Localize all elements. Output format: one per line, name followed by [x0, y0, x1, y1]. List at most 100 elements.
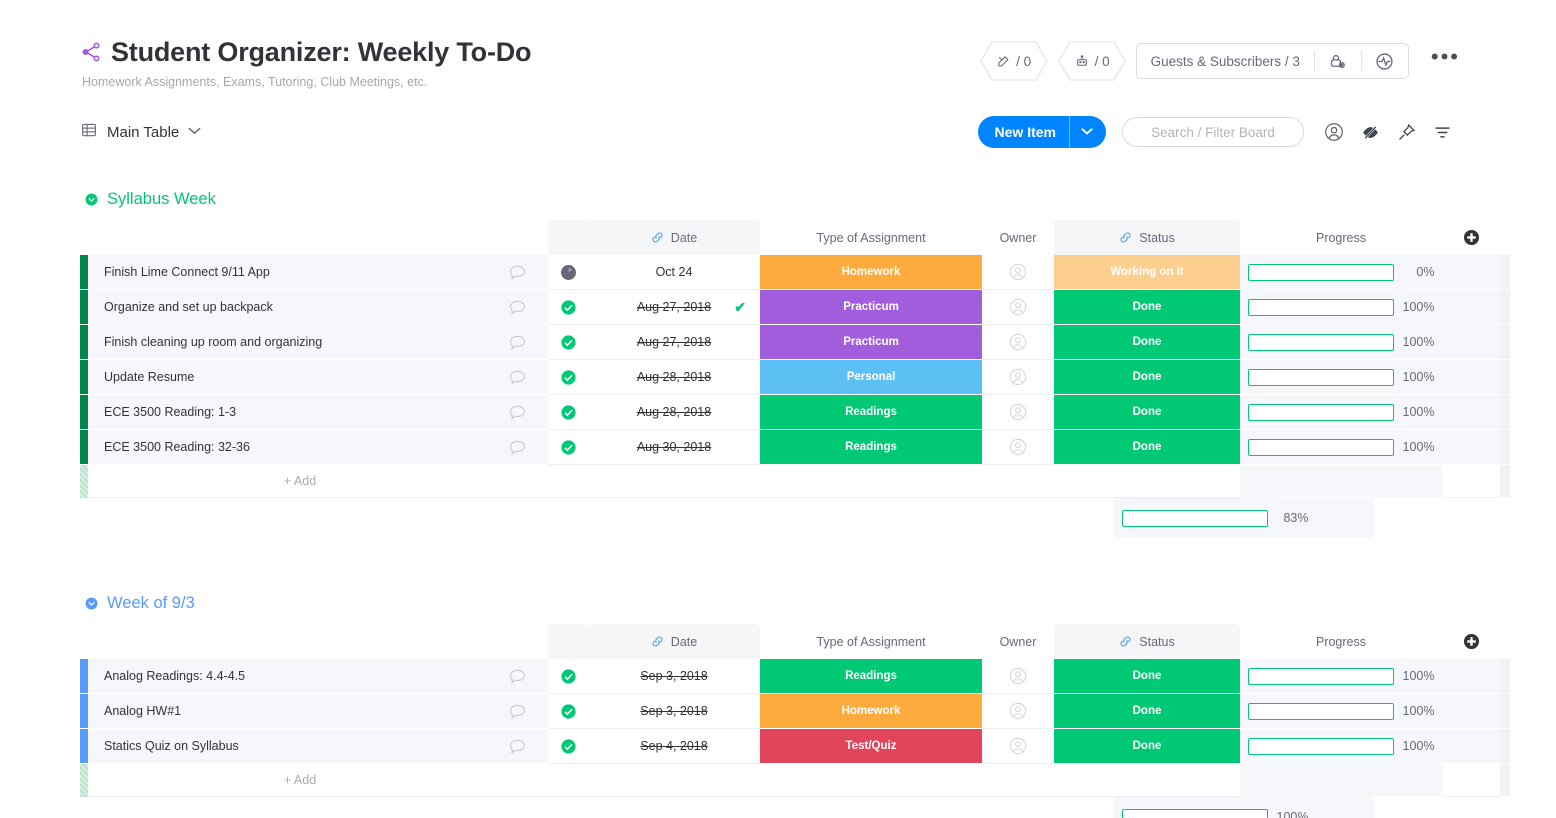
item-progress-cell[interactable]: 100%: [1240, 290, 1442, 325]
activity-log-badge[interactable]: / 0: [979, 41, 1048, 81]
column-header-progress[interactable]: Progress: [1240, 220, 1442, 255]
table-row[interactable]: Update Resume Aug 28, 2018 Personal Done…: [80, 360, 1556, 395]
item-type-cell[interactable]: Readings: [760, 430, 982, 465]
item-comment-cell[interactable]: [486, 290, 548, 325]
item-name-cell[interactable]: Statics Quiz on Syllabus: [88, 729, 486, 764]
item-progress-cell[interactable]: 100%: [1240, 395, 1442, 430]
avatar-placeholder-icon[interactable]: [1008, 297, 1028, 317]
avatar-placeholder-icon[interactable]: [1008, 701, 1028, 721]
add-item-row[interactable]: + Add: [80, 465, 1556, 498]
new-item-button[interactable]: New Item: [977, 116, 1106, 148]
item-name-cell[interactable]: Organize and set up backpack: [88, 290, 486, 325]
add-column-icon[interactable]: [1462, 228, 1481, 247]
item-owner-cell[interactable]: [982, 360, 1054, 395]
table-row[interactable]: Statics Quiz on Syllabus Sep 4, 2018 Tes…: [80, 729, 1556, 764]
page-title[interactable]: Student Organizer: Weekly To-Do: [111, 36, 532, 68]
item-state-cell[interactable]: [548, 325, 588, 360]
eye-slash-icon[interactable]: [1352, 114, 1388, 150]
item-state-cell[interactable]: [548, 290, 588, 325]
item-date-cell[interactable]: Oct 24: [588, 255, 760, 290]
item-status-cell[interactable]: Done: [1054, 430, 1240, 465]
column-header-owner[interactable]: Owner: [982, 624, 1054, 659]
group-title[interactable]: Syllabus Week: [107, 189, 216, 209]
item-comment-cell[interactable]: [486, 430, 548, 465]
comment-icon[interactable]: [508, 369, 527, 386]
item-date-cell[interactable]: Aug 30, 2018: [588, 430, 760, 465]
done-check-icon[interactable]: [560, 439, 577, 456]
item-status-cell[interactable]: Done: [1054, 694, 1240, 729]
item-name-cell[interactable]: Update Resume: [88, 360, 486, 395]
column-header-status[interactable]: Status: [1054, 220, 1240, 255]
item-state-cell[interactable]: [548, 395, 588, 430]
comment-icon[interactable]: [508, 668, 527, 685]
add-column-button[interactable]: [1442, 624, 1500, 659]
item-comment-cell[interactable]: [486, 360, 548, 395]
avatar-placeholder-icon[interactable]: [1008, 367, 1028, 387]
item-state-cell[interactable]: [548, 430, 588, 465]
item-comment-cell[interactable]: [486, 694, 548, 729]
more-options-icon[interactable]: •••: [1431, 46, 1460, 70]
item-state-cell[interactable]: [548, 694, 588, 729]
lock-settings-icon[interactable]: [1315, 52, 1361, 71]
item-type-cell[interactable]: Homework: [760, 694, 982, 729]
done-check-icon[interactable]: [560, 369, 577, 386]
add-item-button[interactable]: + Add: [88, 764, 486, 797]
collapse-group-icon[interactable]: [84, 596, 99, 611]
automations-badge[interactable]: / 0: [1057, 41, 1126, 81]
comment-icon[interactable]: [508, 299, 527, 316]
item-progress-cell[interactable]: 100%: [1240, 659, 1442, 694]
comment-icon[interactable]: [508, 738, 527, 755]
item-name-cell[interactable]: Analog Readings: 4.4-4.5: [88, 659, 486, 694]
item-state-cell[interactable]: [548, 729, 588, 764]
item-date-cell[interactable]: Sep 4, 2018: [588, 729, 760, 764]
column-header-type[interactable]: Type of Assignment: [760, 624, 982, 659]
avatar-placeholder-icon[interactable]: [1008, 437, 1028, 457]
done-check-icon[interactable]: [560, 334, 577, 351]
item-owner-cell[interactable]: [982, 659, 1054, 694]
column-header-date[interactable]: Date: [588, 624, 760, 659]
item-name-cell[interactable]: ECE 3500 Reading: 1-3: [88, 395, 486, 430]
avatar-placeholder-icon[interactable]: [1008, 666, 1028, 686]
summary-progress-cell[interactable]: 100%: [1114, 797, 1316, 818]
item-name-cell[interactable]: Finish Lime Connect 9/11 App: [88, 255, 486, 290]
add-item-row[interactable]: + Add: [80, 764, 1556, 797]
item-type-cell[interactable]: Practicum: [760, 325, 982, 360]
avatar-placeholder-icon[interactable]: [1008, 332, 1028, 352]
item-progress-cell[interactable]: 100%: [1240, 430, 1442, 465]
item-date-cell[interactable]: Sep 3, 2018: [588, 659, 760, 694]
item-status-cell[interactable]: Done: [1054, 325, 1240, 360]
new-item-chevron-down-icon[interactable]: [1070, 126, 1106, 138]
item-comment-cell[interactable]: [486, 255, 548, 290]
item-name-cell[interactable]: ECE 3500 Reading: 32-36: [88, 430, 486, 465]
add-column-icon[interactable]: [1462, 632, 1481, 651]
done-check-icon[interactable]: [560, 668, 577, 685]
item-owner-cell[interactable]: [982, 430, 1054, 465]
table-row[interactable]: Finish cleaning up room and organizing A…: [80, 325, 1556, 360]
table-row[interactable]: Analog Readings: 4.4-4.5 Sep 3, 2018 Rea…: [80, 659, 1556, 694]
item-progress-cell[interactable]: 100%: [1240, 694, 1442, 729]
column-header-date[interactable]: Date: [588, 220, 760, 255]
item-date-cell[interactable]: Aug 27, 2018 ✔: [588, 290, 760, 325]
table-row[interactable]: ECE 3500 Reading: 1-3 Aug 28, 2018 Readi…: [80, 395, 1556, 430]
column-header-owner[interactable]: Owner: [982, 220, 1054, 255]
filter-icon[interactable]: [1424, 114, 1460, 150]
item-owner-cell[interactable]: [982, 325, 1054, 360]
item-owner-cell[interactable]: [982, 255, 1054, 290]
item-status-cell[interactable]: Done: [1054, 360, 1240, 395]
item-type-cell[interactable]: Readings: [760, 659, 982, 694]
done-check-icon[interactable]: [560, 703, 577, 720]
table-row[interactable]: Finish Lime Connect 9/11 App Oct 24 Home…: [80, 255, 1556, 290]
item-state-cell[interactable]: [548, 255, 588, 290]
column-header-progress[interactable]: Progress: [1240, 624, 1442, 659]
comment-icon[interactable]: [508, 404, 527, 421]
item-comment-cell[interactable]: [486, 325, 548, 360]
comment-icon[interactable]: [508, 334, 527, 351]
item-state-cell[interactable]: [548, 659, 588, 694]
summary-progress-cell[interactable]: 83%: [1114, 498, 1316, 538]
item-owner-cell[interactable]: [982, 694, 1054, 729]
item-state-cell[interactable]: [548, 360, 588, 395]
item-comment-cell[interactable]: [486, 729, 548, 764]
item-progress-cell[interactable]: 0%: [1240, 255, 1442, 290]
table-row[interactable]: Analog HW#1 Sep 3, 2018 Homework Done 10…: [80, 694, 1556, 729]
person-circle-icon[interactable]: [1316, 114, 1352, 150]
